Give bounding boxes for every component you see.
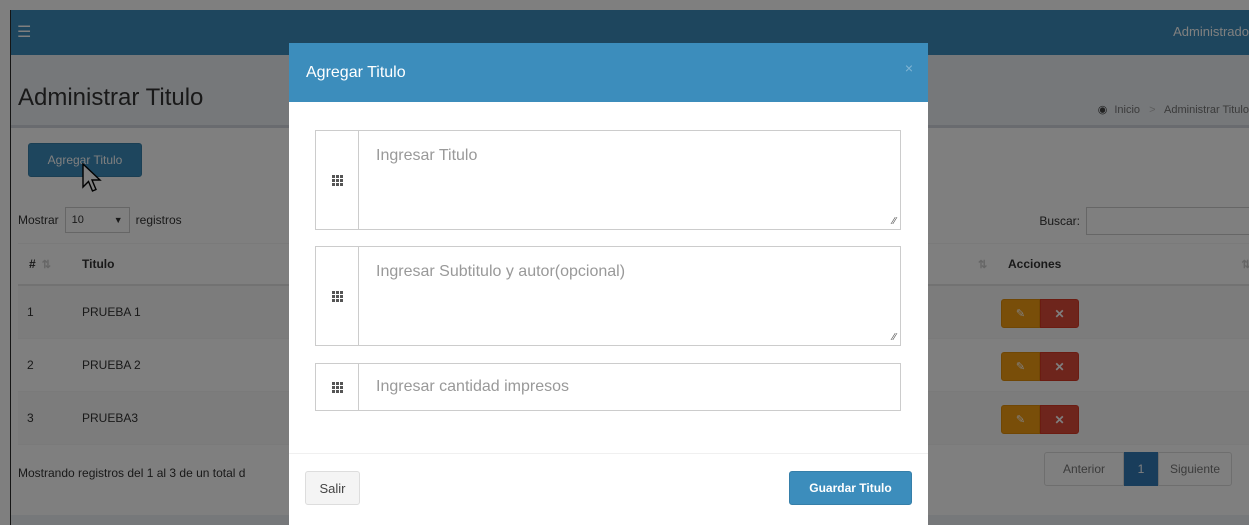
th-icon xyxy=(316,247,359,345)
cantidad-field[interactable]: Ingresar cantidad impresos xyxy=(315,363,901,411)
titulo-field[interactable]: Ingresar Titulo ∕∕ xyxy=(315,130,901,230)
modal-header: Agregar Titulo × xyxy=(289,43,928,102)
modal-footer: Salir Guardar Titulo xyxy=(289,453,928,525)
th-icon xyxy=(316,364,359,410)
subtitulo-field[interactable]: Ingresar Subtitulo y autor(opcional) ∕∕ xyxy=(315,246,901,346)
subtitulo-placeholder: Ingresar Subtitulo y autor(opcional) xyxy=(376,263,626,280)
th-icon xyxy=(316,131,359,229)
cantidad-placeholder: Ingresar cantidad impresos xyxy=(376,378,569,395)
close-icon[interactable]: × xyxy=(905,60,913,76)
add-title-modal: Agregar Titulo × Ingresar Titulo ∕∕ Ingr… xyxy=(289,43,928,525)
salir-button[interactable]: Salir xyxy=(305,471,360,505)
resize-handle-icon[interactable]: ∕∕ xyxy=(893,332,896,343)
guardar-titulo-button[interactable]: Guardar Titulo xyxy=(789,471,912,505)
titulo-placeholder: Ingresar Titulo xyxy=(376,147,478,164)
resize-handle-icon[interactable]: ∕∕ xyxy=(893,216,896,227)
modal-title: Agregar Titulo xyxy=(306,64,406,81)
